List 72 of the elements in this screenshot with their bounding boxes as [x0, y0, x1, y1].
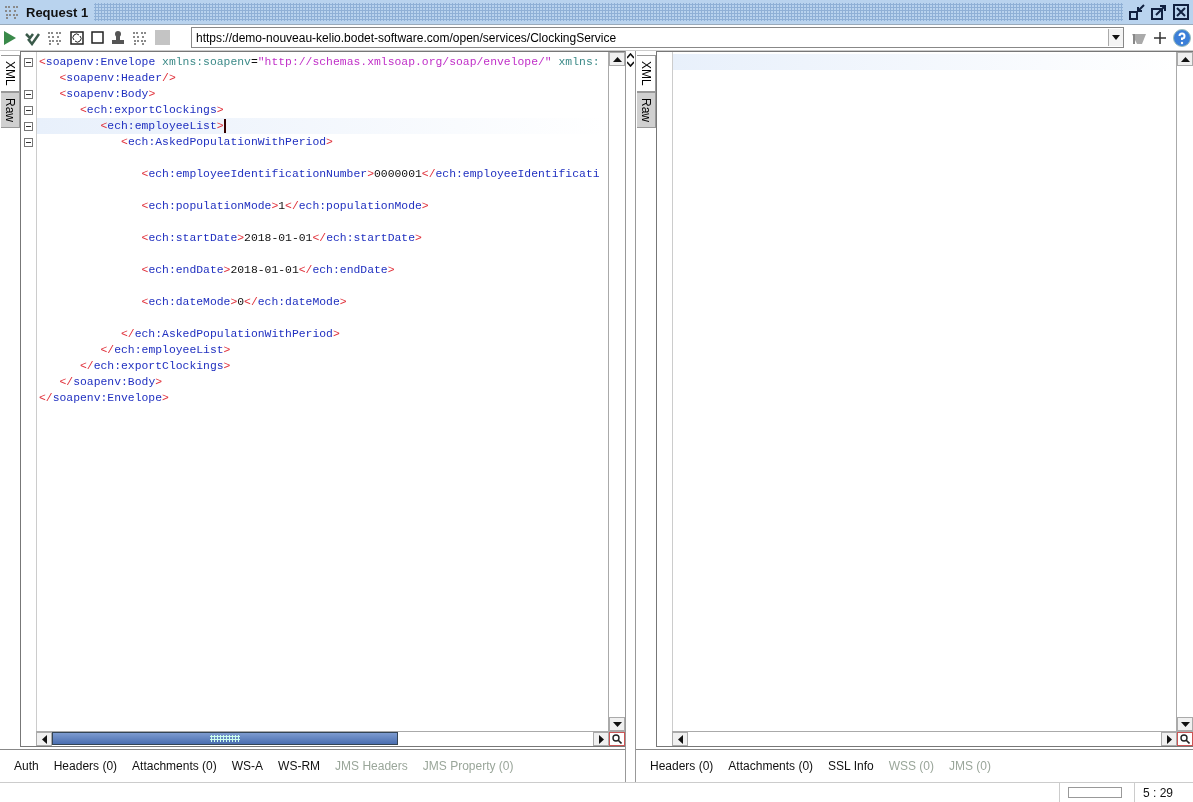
code-line: </soapenv:Body>	[58, 375, 163, 390]
run-icon[interactable]	[3, 29, 17, 46]
scroll-left-button[interactable]	[36, 732, 52, 746]
scroll-right-button[interactable]	[593, 732, 609, 746]
dots-icon[interactable]	[132, 29, 148, 46]
tab[interactable]: Auth	[14, 759, 39, 773]
tab[interactable]: WS-RM	[278, 759, 321, 773]
scroll-down-button[interactable]	[1177, 717, 1193, 731]
right-arrow-icon	[598, 734, 604, 744]
collapse-icon[interactable]	[24, 137, 33, 147]
tab[interactable]: Attachments (0)	[132, 759, 217, 773]
up-arrow-icon	[612, 56, 622, 62]
search-button[interactable]	[1177, 732, 1193, 746]
text-cursor	[223, 119, 226, 133]
search-button[interactable]	[609, 732, 625, 746]
stamp-icon[interactable]	[111, 29, 125, 46]
left-arrow-icon	[677, 734, 683, 744]
search-icon	[1180, 734, 1190, 744]
collapse-icon[interactable]	[24, 121, 33, 131]
url-field[interactable]: https://demo-nouveau-kelio.bodet-software.com/open/services/ClockingService	[191, 27, 1124, 48]
close-icon[interactable]	[1173, 4, 1189, 20]
collapse-icon[interactable]	[24, 89, 33, 99]
left-arrow-icon	[41, 734, 47, 744]
view-tab[interactable]: XML	[1, 55, 20, 92]
view-tab[interactable]: Raw	[1, 91, 20, 128]
scroll-up-button[interactable]	[609, 52, 625, 66]
cursor-position: 5 : 29	[1142, 785, 1173, 800]
app-icon	[4, 4, 20, 20]
code-line: <ech:dateMode>0</ech:dateMode>	[140, 295, 347, 310]
scroll-left-button[interactable]	[672, 732, 688, 746]
tab[interactable]: WS-A	[231, 759, 264, 773]
code-line: </ech:AskedPopulationWithPeriod>	[120, 327, 340, 342]
code-line: <soapenv:Header/>	[58, 71, 176, 86]
view-tab[interactable]: Raw	[637, 91, 656, 128]
scroll-right-button[interactable]	[1161, 732, 1177, 746]
code-line: <soapenv:Body>	[58, 87, 156, 102]
down-arrow-icon	[612, 721, 622, 727]
up-arrow-icon	[1180, 56, 1190, 62]
window-title: Request 1	[26, 4, 89, 20]
code-line: <ech:AskedPopulationWithPeriod>	[120, 135, 333, 150]
dots-icon[interactable]	[47, 29, 63, 46]
collapse-arrows-icon[interactable]	[627, 53, 634, 67]
code-line: <ech:exportClockings>	[79, 103, 224, 118]
plus-icon[interactable]	[1154, 31, 1166, 44]
scroll-up-button[interactable]	[1177, 52, 1193, 66]
scrollbar-thumb[interactable]	[52, 732, 398, 745]
dropdown-icon[interactable]	[1112, 35, 1120, 40]
restore-icon[interactable]	[1129, 4, 1145, 20]
collapse-icon[interactable]	[24, 57, 33, 67]
tab[interactable]: Attachments (0)	[728, 759, 814, 773]
code-line: <soapenv:Envelope xmlns:soapenv="http://schemas.xmlsoap.org/soap/envelope/" xmlns:	[38, 55, 600, 70]
code-line: </ech:employeeList>	[99, 343, 231, 358]
code-line: <ech:startDate>2018-01-01</ech:startDate>	[140, 231, 422, 246]
code-line: </soapenv:Envelope>	[38, 391, 169, 406]
code-line: <ech:employeeIdentificationNumber>0000001</ech:employeeIdentificati	[140, 167, 600, 182]
code-line: <ech:populationMode>1</ech:populationMode>	[140, 199, 429, 214]
code-line: <ech:employeeList>	[99, 118, 226, 134]
maximize-icon[interactable]	[1151, 4, 1167, 20]
view-tab[interactable]: XML	[637, 55, 656, 92]
tab[interactable]: Headers (0)	[650, 759, 714, 773]
tab[interactable]: SSL Info	[828, 759, 874, 773]
code-line: </ech:exportClockings>	[79, 359, 231, 374]
refresh-icon[interactable]	[70, 30, 84, 45]
help-icon[interactable]	[1173, 28, 1191, 47]
search-icon	[612, 734, 622, 744]
scroll-down-button[interactable]	[609, 717, 625, 731]
code-line: <ech:endDate>2018-01-01</ech:endDate>	[140, 263, 395, 278]
right-arrow-icon	[1166, 734, 1172, 744]
square-icon[interactable]	[91, 31, 104, 44]
collapse-icon[interactable]	[24, 105, 33, 115]
down-arrow-icon	[1180, 721, 1190, 727]
tab[interactable]: Headers (0)	[53, 759, 118, 773]
